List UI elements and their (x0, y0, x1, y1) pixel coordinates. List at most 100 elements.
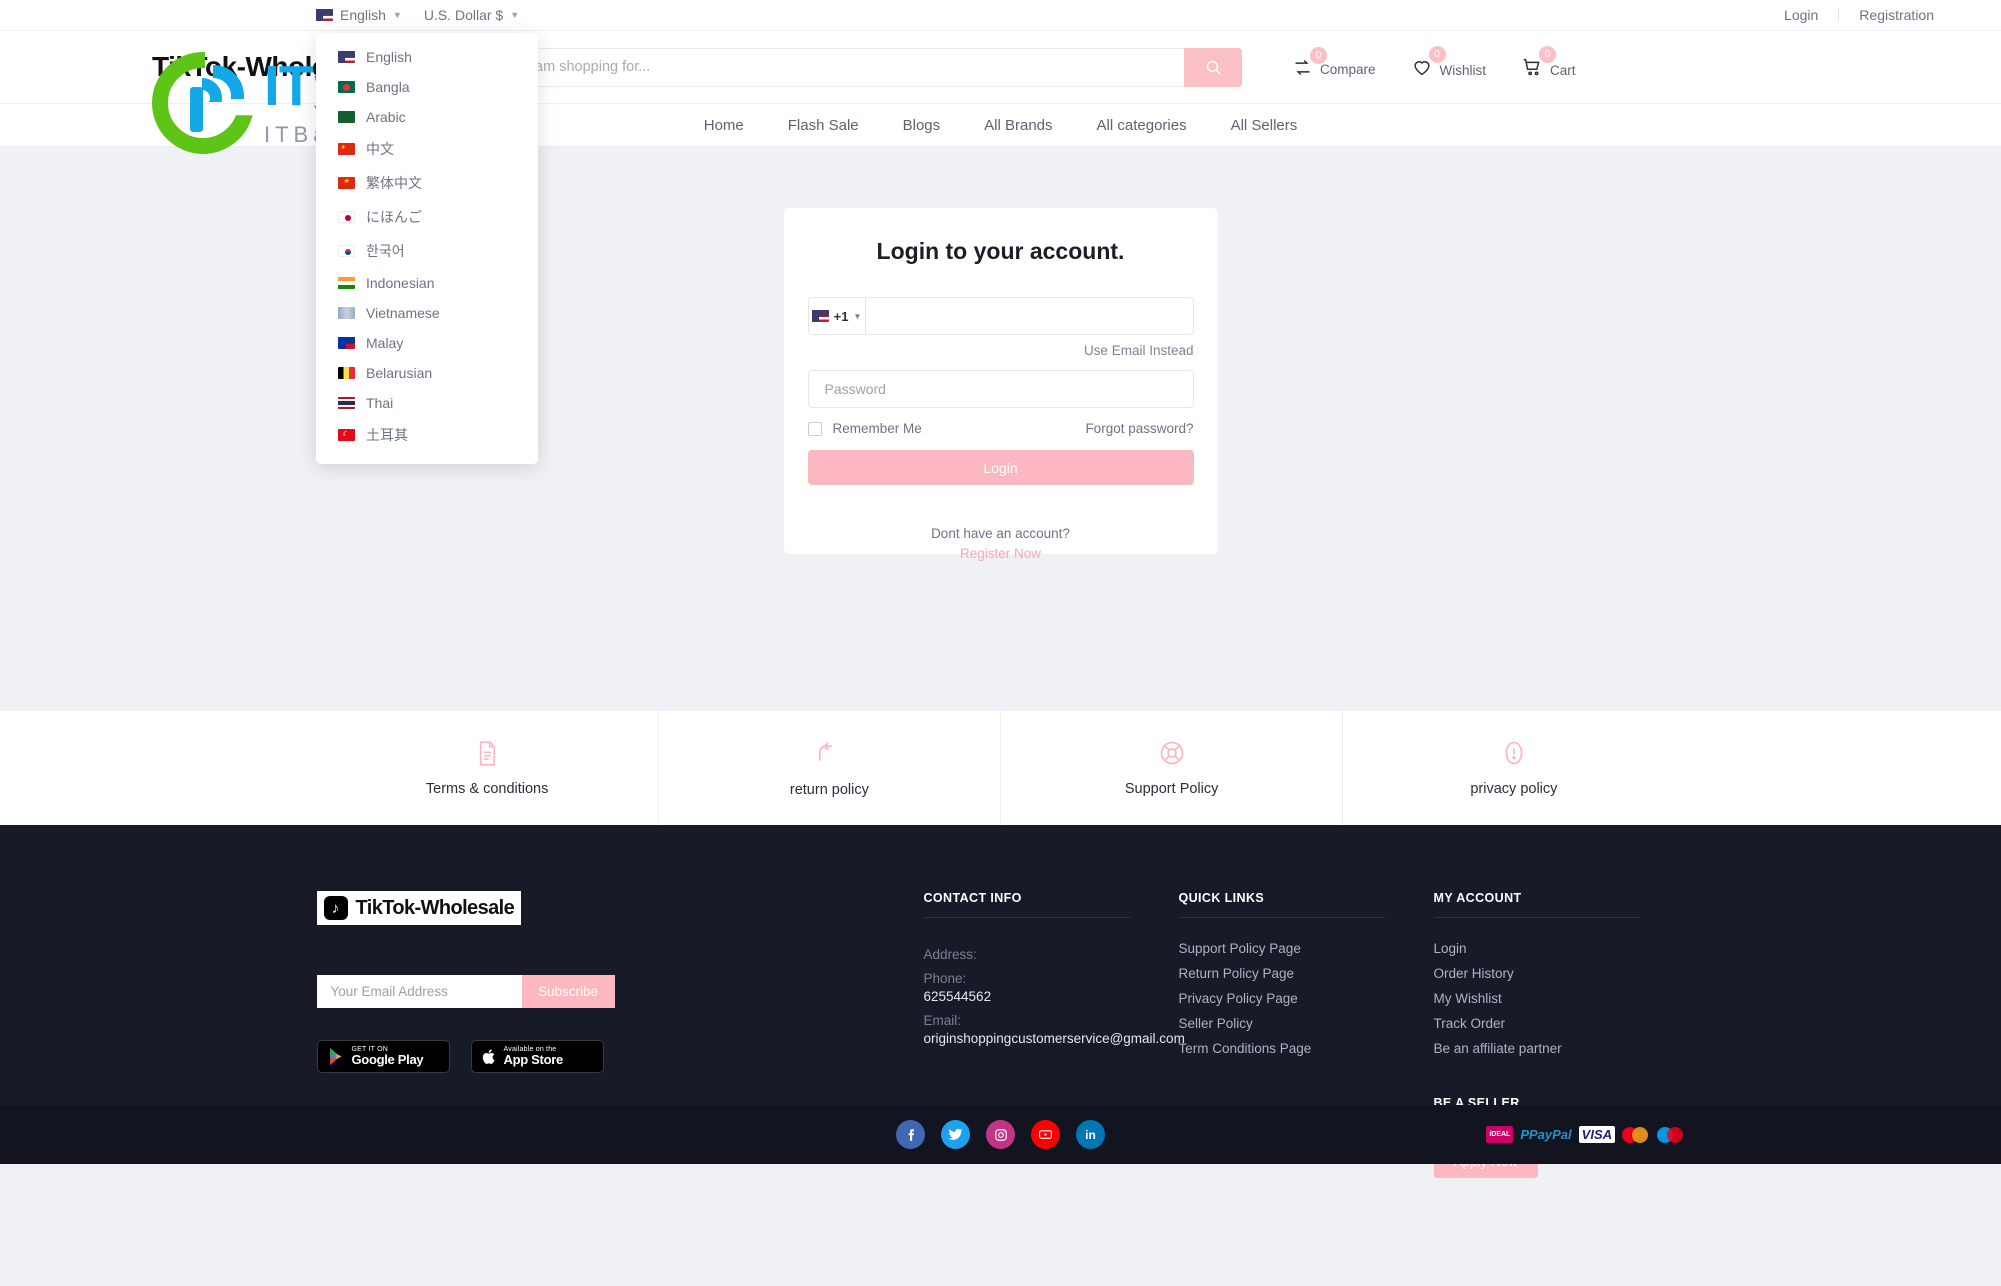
nav-item-flash-sale[interactable]: Flash Sale (788, 117, 859, 134)
forgot-password-link[interactable]: Forgot password? (1085, 421, 1193, 436)
quick-link-seller-policy[interactable]: Seller Policy (1179, 1016, 1434, 1031)
language-option-vietnamese[interactable]: Vietnamese (316, 298, 538, 328)
language-option-korean[interactable]: 한국어 (316, 234, 538, 268)
quick-link-support-policy[interactable]: Support Policy Page (1179, 941, 1434, 956)
twitter-icon[interactable] (941, 1120, 970, 1149)
phone-label: Phone: (923, 971, 967, 986)
account-link-my-wishlist[interactable]: My Wishlist (1434, 991, 1654, 1006)
language-option-label: 土耳其 (366, 427, 408, 443)
language-selector[interactable]: English ▼ (316, 7, 402, 23)
app-store-badge[interactable]: Available on the App Store (470, 1040, 604, 1073)
login-title: Login to your account. (876, 238, 1125, 264)
contact-info-heading: CONTACT INFO (923, 891, 1130, 918)
policy-label: Terms & conditions (425, 780, 549, 797)
use-email-instead-link[interactable]: Use Email Instead (808, 343, 1194, 358)
search-bar (510, 47, 1242, 87)
linkedin-icon[interactable]: in (1076, 1120, 1105, 1149)
payment-methods: iDEAL P PayPal VISA (1486, 1126, 1685, 1143)
footer-logo-suffix: -Wholesale (414, 896, 515, 919)
wishlist-button[interactable]: 0 Wishlist (1411, 46, 1487, 78)
phone-value: 625544562 (923, 989, 992, 1004)
topbar-registration-link[interactable]: Registration (1839, 7, 1954, 23)
quick-link-privacy-policy[interactable]: Privacy Policy Page (1179, 991, 1434, 1006)
language-option-label: Arabic (366, 109, 406, 125)
facebook-icon[interactable] (896, 1120, 925, 1149)
language-option-thai[interactable]: Thai (316, 388, 538, 418)
account-link-login[interactable]: Login (1434, 941, 1654, 956)
google-play-badge[interactable]: GET IT ON Google Play (316, 1040, 450, 1073)
login-submit-button[interactable]: Login (807, 450, 1194, 485)
language-option-bangla[interactable]: Bangla (316, 72, 538, 102)
language-option-arabic[interactable]: Arabic (316, 102, 538, 132)
top-bar: English ▼ U.S. Dollar $ ▼ Login Registra… (0, 0, 2001, 31)
policy-strip-inner: Terms & conditions return policy Support… (317, 711, 1685, 825)
mastercard-icon (1622, 1126, 1650, 1143)
language-option-malay[interactable]: Malay (316, 328, 538, 358)
language-option-label: Malay (366, 335, 404, 351)
search-icon (1206, 60, 1221, 75)
footer-logo[interactable]: ♪ TikTok-Wholesale (316, 891, 522, 925)
newsletter-subscribe-button[interactable]: Subscribe (521, 975, 615, 1008)
quick-link-term-conditions[interactable]: Term Conditions Page (1179, 1041, 1434, 1056)
quick-link-return-policy[interactable]: Return Policy Page (1179, 966, 1434, 981)
newsletter-email-input[interactable] (316, 975, 522, 1008)
flag-icon (338, 51, 355, 63)
flag-icon (338, 337, 355, 349)
search-input[interactable] (510, 47, 1184, 87)
policy-label: return policy (789, 781, 869, 798)
instagram-icon[interactable] (986, 1120, 1015, 1149)
policy-support[interactable]: Support Policy (1001, 711, 1344, 825)
topbar-login-link[interactable]: Login (1764, 7, 1838, 23)
newsletter-form: Subscribe (316, 975, 615, 1008)
account-link-track-order[interactable]: Track Order (1434, 1016, 1654, 1031)
compare-button[interactable]: 0 Compare (1292, 46, 1376, 78)
footer-bottom-bar: in iDEAL P PayPal VISA (0, 1105, 2001, 1164)
language-option-label: Belarusian (366, 365, 433, 381)
password-input[interactable] (807, 370, 1194, 408)
us-flag-icon (316, 9, 333, 21)
nav-item-all-categories[interactable]: All categories (1097, 117, 1187, 134)
language-option-turkish[interactable]: ☾ 土耳其 (316, 418, 538, 452)
cart-button[interactable]: 0 Cart (1521, 46, 1576, 78)
nav-item-blogs[interactable]: Blogs (903, 117, 941, 134)
language-option-traditional-chinese[interactable]: ★ 繁体中文 (316, 166, 538, 200)
language-label: English (340, 7, 386, 23)
language-option-label: 繁体中文 (366, 175, 422, 191)
remember-me-checkbox[interactable] (807, 421, 822, 436)
flag-icon (338, 397, 355, 409)
google-play-icon (329, 1048, 341, 1065)
nav-item-all-sellers[interactable]: All Sellers (1231, 117, 1298, 134)
wishlist-label: Wishlist (1439, 62, 1487, 78)
policy-terms-conditions[interactable]: Terms & conditions (317, 711, 659, 825)
language-option-english[interactable]: English (316, 42, 538, 72)
my-account-heading: MY ACCOUNT (1433, 891, 1640, 918)
search-button[interactable] (1184, 47, 1242, 87)
youtube-icon[interactable] (1031, 1120, 1060, 1149)
language-option-chinese[interactable]: ★ 中文 (316, 132, 538, 166)
language-option-belarusian[interactable]: Belarusian (316, 358, 538, 388)
cart-label: Cart (1550, 62, 1576, 78)
language-option-label: 中文 (366, 141, 394, 157)
main-navigation: Home Flash Sale Blogs All Brands All cat… (0, 103, 2001, 147)
remember-me-label: Remember Me (832, 421, 922, 436)
flag-icon (338, 81, 355, 93)
store-badge-big: App Store (503, 1052, 564, 1068)
policy-return[interactable]: return policy (659, 711, 1001, 825)
tiktok-icon: ♪ (323, 896, 348, 920)
country-code-selector[interactable]: +1 ▼ (807, 297, 865, 335)
flag-icon (338, 277, 355, 289)
header-actions: 0 Compare 0 Wishlist 0 Cart (1292, 46, 1576, 78)
register-now-link[interactable]: Register Now (808, 546, 1194, 561)
policy-privacy[interactable]: privacy policy (1343, 711, 1684, 825)
language-option-label: Thai (366, 395, 394, 411)
language-option-label: Indonesian (366, 275, 435, 291)
currency-selector[interactable]: U.S. Dollar $ ▼ (424, 7, 519, 23)
language-option-indonesian[interactable]: Indonesian (316, 268, 538, 298)
contact-details: Address: Phone: 625544562 Email: origins… (923, 941, 1185, 1046)
account-link-affiliate-partner[interactable]: Be an affiliate partner (1434, 1041, 1654, 1056)
language-option-japanese[interactable]: にほんご (316, 200, 538, 234)
account-link-order-history[interactable]: Order History (1434, 966, 1654, 981)
nav-item-home[interactable]: Home (704, 117, 744, 134)
nav-item-all-brands[interactable]: All Brands (984, 117, 1052, 134)
phone-input[interactable] (864, 297, 1194, 335)
